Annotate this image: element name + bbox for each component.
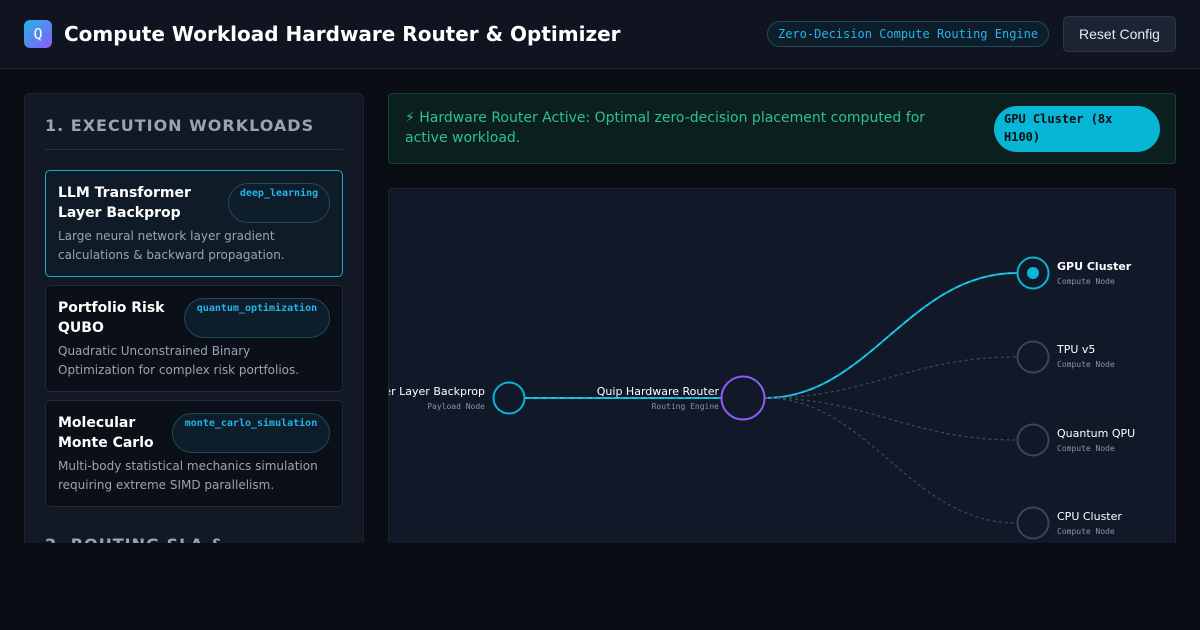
workload-tag: quantum_optimization: [184, 298, 330, 338]
target-node-label: TPU v5: [1056, 343, 1095, 356]
target-node-sublabel: Compute Node: [1057, 444, 1115, 453]
selected-target-badge: GPU Cluster (8x H100): [994, 106, 1160, 152]
target-node-label: CPU Cluster: [1057, 510, 1122, 523]
payload-node[interactable]: [492, 381, 526, 415]
payload-node-label: LLM Transformer Layer Backprop: [389, 385, 485, 398]
viewport-cutoff: [0, 543, 1200, 630]
router-node[interactable]: [720, 375, 766, 421]
target-node-cpu[interactable]: [1016, 506, 1050, 540]
workloads-panel: 1. EXECUTION WORKLOADS LLM Transformer L…: [24, 93, 364, 553]
target-node-label: Quantum QPU: [1057, 427, 1135, 440]
edge-router-gpu: [764, 272, 1018, 399]
workload-tag: monte_carlo_simulation: [172, 413, 330, 453]
section-title-workloads: 1. EXECUTION WORKLOADS: [45, 116, 315, 135]
target-node-label: GPU Cluster: [1057, 260, 1132, 273]
target-node-tpu[interactable]: [1016, 340, 1050, 374]
router-status-banner: ⚡ Hardware Router Active: Optimal zero-d…: [388, 93, 1176, 164]
router-node-label: Quip Hardware Router: [597, 385, 720, 398]
workload-card-llm[interactable]: LLM Transformer Layer Backprop deep_lear…: [45, 170, 343, 277]
app-title: Compute Workload Hardware Router & Optim…: [64, 22, 621, 46]
selected-indicator-dot: [1027, 267, 1039, 279]
edge-router-cpu: [764, 397, 1018, 524]
app-header: Q Compute Workload Hardware Router & Opt…: [0, 0, 1200, 69]
workload-title: LLM Transformer Layer Backprop: [58, 185, 191, 221]
section-divider: [45, 149, 343, 150]
target-node-sublabel: Compute Node: [1057, 360, 1115, 369]
workload-title: Molecular Monte Carlo: [58, 415, 154, 451]
router-status-text: ⚡ Hardware Router Active: Optimal zero-d…: [405, 110, 926, 146]
payload-node-sublabel: Payload Node: [427, 402, 485, 411]
workload-description: Quadratic Unconstrained Binary Optimizat…: [58, 344, 300, 377]
app-logo: Q: [24, 20, 52, 48]
routing-graph-svg: LLM Transformer Layer Backprop Payload N…: [389, 256, 1135, 540]
engine-badge: Zero-Decision Compute Routing Engine: [767, 21, 1050, 47]
workload-description: Large neural network layer gradient calc…: [58, 229, 285, 262]
routing-graph: LLM Transformer Layer Backprop Payload N…: [388, 188, 1176, 578]
target-node-sublabel: Compute Node: [1057, 277, 1115, 286]
reset-config-button[interactable]: Reset Config: [1063, 16, 1176, 52]
router-node-sublabel: Routing Engine: [652, 402, 720, 411]
workload-description: Multi-body statistical mechanics simulat…: [58, 459, 318, 492]
workload-tag: deep_learning: [228, 183, 330, 223]
workload-card-monte-carlo[interactable]: Molecular Monte Carlo monte_carlo_simula…: [45, 400, 343, 507]
target-node-qpu[interactable]: [1016, 423, 1050, 457]
workload-title: Portfolio Risk QUBO: [58, 300, 165, 336]
workload-card-qubo[interactable]: Portfolio Risk QUBO quantum_optimization…: [45, 285, 343, 392]
target-node-sublabel: Compute Node: [1057, 527, 1115, 536]
